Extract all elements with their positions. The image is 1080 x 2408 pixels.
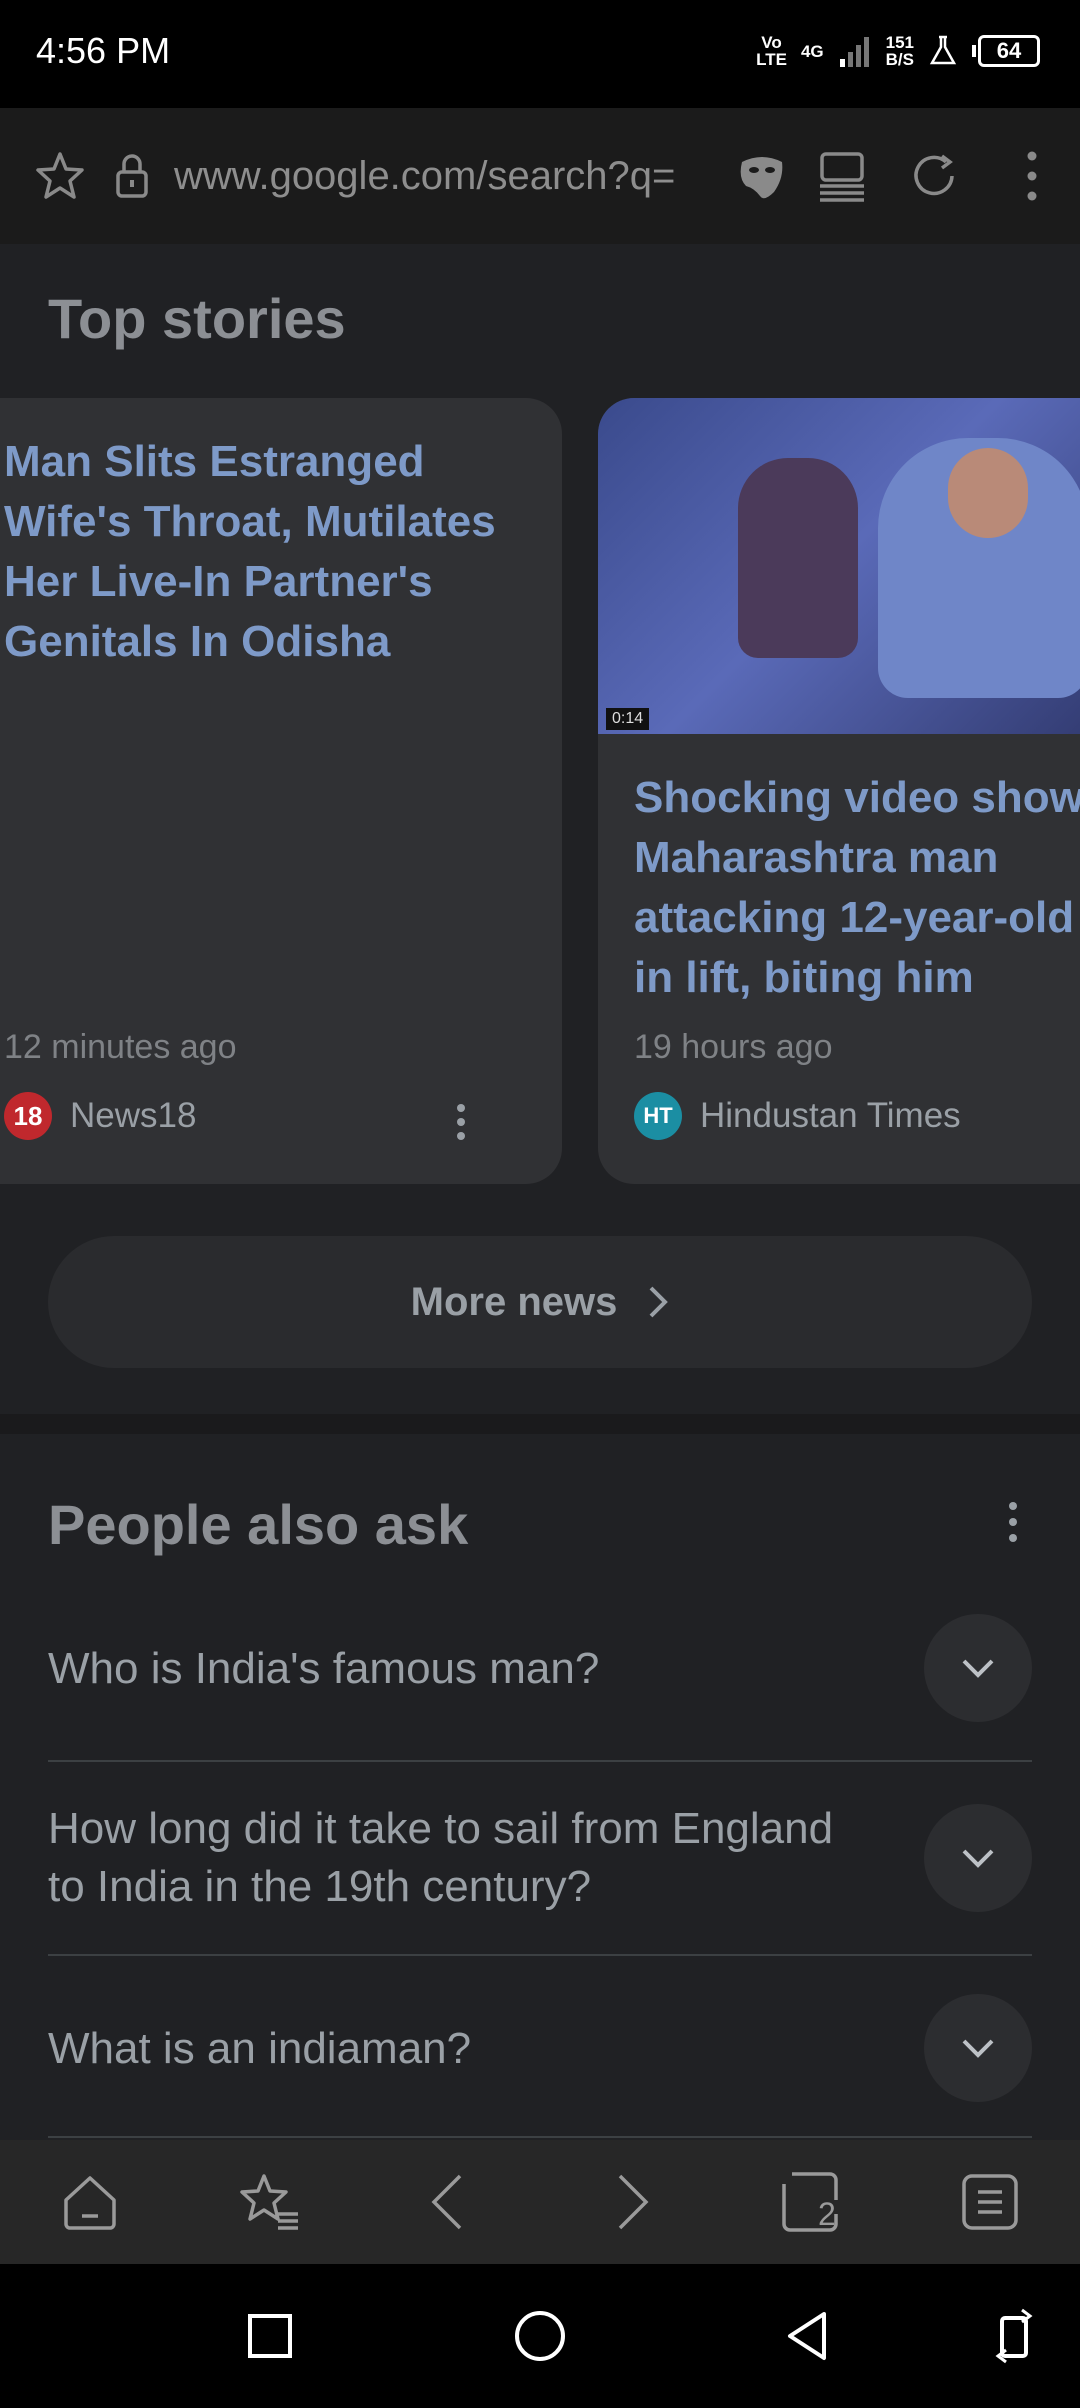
- bookmarks-icon[interactable]: [238, 2170, 302, 2234]
- question-item[interactable]: Who is India's famous man?: [48, 1614, 1032, 1724]
- news-source: 18 News18: [4, 1092, 196, 1140]
- more-news-label: More news: [410, 1279, 618, 1324]
- card-more-icon[interactable]: [446, 1102, 476, 1142]
- menu-icon[interactable]: [958, 2170, 1022, 2234]
- bookmark-star-icon[interactable]: [32, 148, 88, 204]
- chevron-down-icon: [962, 2039, 994, 2058]
- question-item[interactable]: What is an indiaman?: [48, 1994, 1032, 2104]
- paa-more-icon[interactable]: [998, 1500, 1028, 1546]
- row-divider: [48, 1954, 1032, 1956]
- people-also-ask-title: People also ask: [48, 1493, 469, 1556]
- chevron-down-icon: [962, 1849, 994, 1868]
- news-timestamp: 12 minutes ago: [4, 1028, 237, 1066]
- back-triangle-icon[interactable]: [780, 2308, 836, 2364]
- overflow-menu-icon[interactable]: [1004, 148, 1060, 204]
- clock: 4:56 PM: [36, 30, 171, 71]
- system-indicators: Vo LTE 4G 151 B/S 64: [756, 34, 1040, 68]
- network-type: 4G: [800, 41, 824, 61]
- source-name: News18: [70, 1096, 197, 1135]
- question-text: Who is India's famous man?: [48, 1644, 600, 1693]
- system-nav-bar: [0, 2264, 1080, 2408]
- incognito-mask-icon[interactable]: [734, 148, 790, 204]
- reader-mode-icon[interactable]: [814, 148, 870, 204]
- lock-icon: [116, 154, 148, 198]
- news-headline[interactable]: Man Slits Estranged Wife's Throat, Mutil…: [4, 432, 534, 672]
- news-timestamp: 19 hours ago: [634, 1028, 833, 1066]
- chevron-down-icon: [962, 1659, 994, 1678]
- expand-button[interactable]: [924, 1994, 1032, 2102]
- source-name: Hindustan Times: [700, 1096, 961, 1135]
- news-headline[interactable]: Shocking video shows Maharashtra man att…: [634, 768, 1080, 1008]
- top-stories-title: Top stories: [48, 287, 346, 350]
- news-thumbnail: 0:14: [598, 398, 1080, 734]
- reload-icon[interactable]: [906, 148, 962, 204]
- tab-count: 2: [818, 2196, 836, 2232]
- status-bar: 4:56 PM Vo LTE 4G 151 B/S 64: [0, 0, 1080, 108]
- browser-toolbar: www.google.com/search?q=: [0, 108, 1080, 244]
- expand-button[interactable]: [924, 1804, 1032, 1912]
- address-bar[interactable]: www.google.com/search?q=: [174, 154, 709, 199]
- back-icon[interactable]: [418, 2170, 482, 2234]
- chevron-right-icon: [649, 1286, 669, 1318]
- news-card[interactable]: Man Slits Estranged Wife's Throat, Mutil…: [0, 398, 562, 1184]
- browser-bottom-nav: 2: [0, 2140, 1080, 2264]
- recents-square-icon[interactable]: [242, 2308, 298, 2364]
- question-text: How long did it take to sail from Englan…: [48, 1804, 834, 1911]
- section-divider: [0, 1414, 1080, 1434]
- search-results: Top stories Man Slits Estranged Wife's T…: [0, 244, 1080, 2140]
- row-divider: [48, 1760, 1032, 1762]
- row-divider: [48, 2136, 1032, 2138]
- signal-icon: [839, 37, 869, 67]
- news-card[interactable]: 0:14 Shocking video shows Maharashtra ma…: [598, 398, 1080, 1184]
- more-news-button[interactable]: More news: [48, 1236, 1032, 1368]
- data-speed: 151 B/S: [885, 33, 914, 69]
- home-circle-icon[interactable]: [512, 2308, 568, 2364]
- home-icon[interactable]: [58, 2170, 122, 2234]
- news-source: HT Hindustan Times: [634, 1092, 961, 1140]
- flask-icon: [929, 35, 957, 65]
- ht-logo: HT: [634, 1092, 682, 1140]
- expand-button[interactable]: [924, 1614, 1032, 1722]
- forward-icon[interactable]: [598, 2170, 662, 2234]
- battery-indicator: 64: [972, 35, 1040, 67]
- rotate-screen-icon[interactable]: [992, 2308, 1036, 2364]
- news18-logo: 18: [4, 1092, 52, 1140]
- video-duration: 0:14: [606, 708, 650, 730]
- question-item[interactable]: How long did it take to sail from Englan…: [48, 1790, 1032, 1930]
- question-text: What is an indiaman?: [48, 2024, 472, 2073]
- volte-indicator: Vo LTE: [756, 33, 787, 69]
- tabs-button[interactable]: 2: [778, 2170, 842, 2234]
